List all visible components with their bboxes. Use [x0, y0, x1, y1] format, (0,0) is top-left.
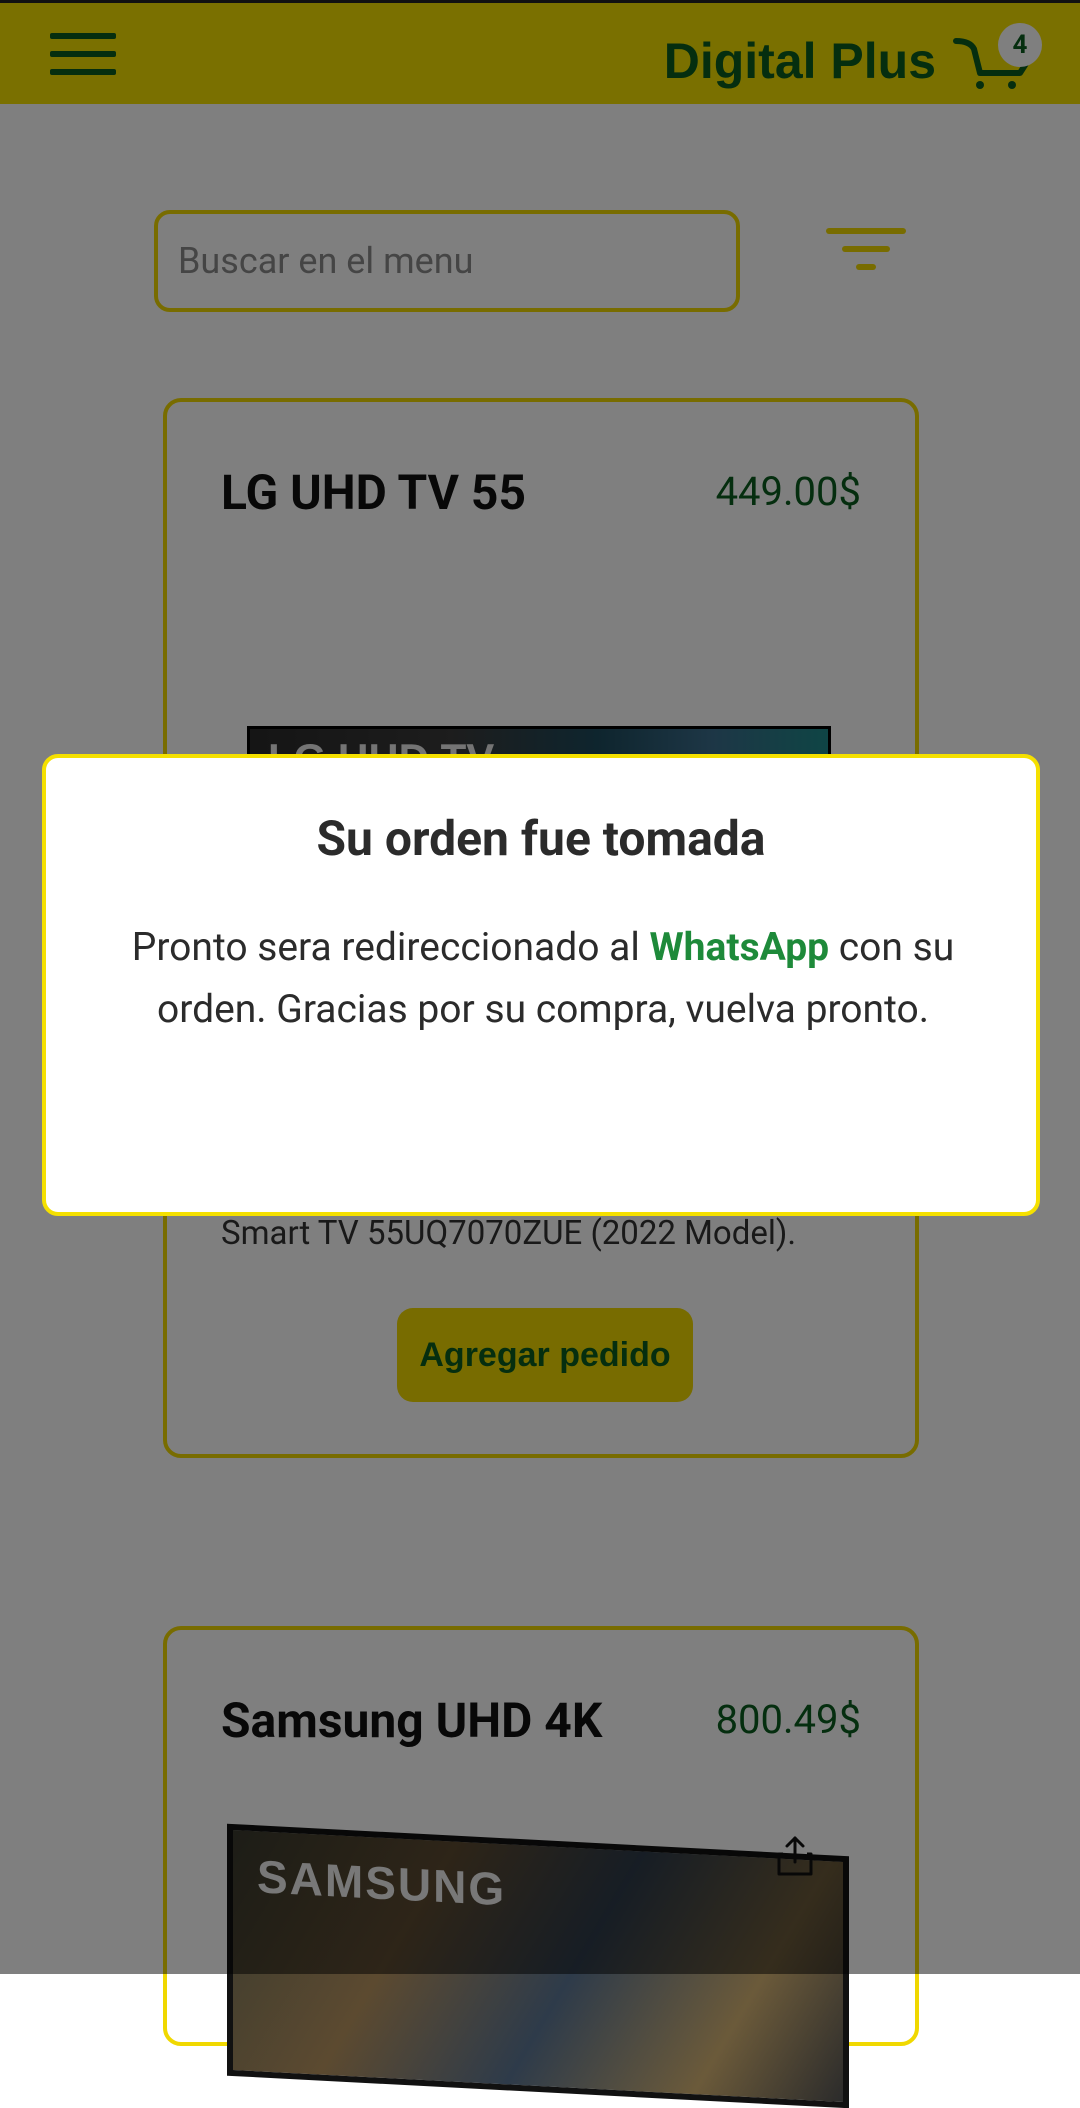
dialog-message: Pronto sera redireccionado al WhatsApp c…	[86, 916, 1000, 1040]
order-confirmation-dialog: Su orden fue tomada Pronto sera redirecc…	[42, 754, 1040, 1216]
whatsapp-highlight: WhatsApp	[649, 924, 830, 970]
dialog-message-text: Pronto sera redireccionado al	[131, 924, 650, 970]
dialog-title: Su orden fue tomada	[316, 810, 766, 867]
